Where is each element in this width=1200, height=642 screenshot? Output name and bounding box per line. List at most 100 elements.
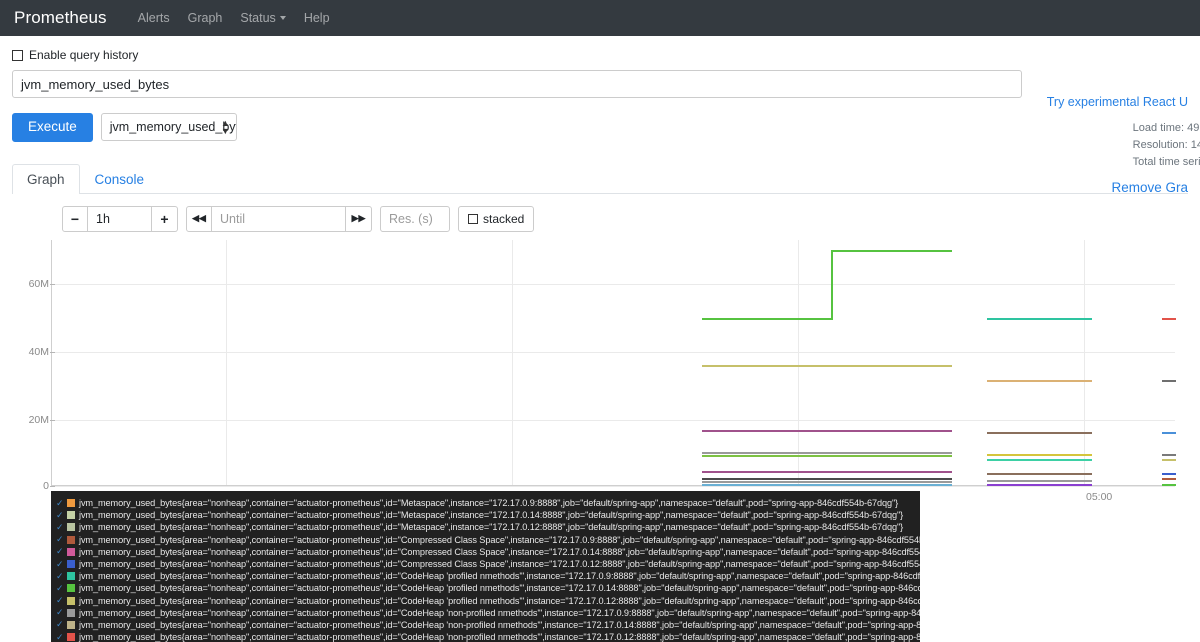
series-line bbox=[831, 249, 952, 252]
legend-color-swatch bbox=[67, 535, 75, 544]
legend-item[interactable]: ✓ jvm_memory_used_bytes{area="nonheap",c… bbox=[51, 607, 920, 619]
legend-label: jvm_memory_used_bytes{area="nonheap",con… bbox=[79, 510, 904, 521]
legend-label: jvm_memory_used_bytes{area="nonheap",con… bbox=[79, 607, 920, 618]
series-line bbox=[987, 431, 1092, 434]
y-tick-20m: 20M bbox=[28, 413, 56, 426]
legend-item[interactable]: ✓ jvm_memory_used_bytes{area="nonheap",c… bbox=[51, 558, 920, 570]
nav-alerts-label: Alerts bbox=[137, 11, 170, 25]
series-line bbox=[702, 480, 952, 483]
range-input[interactable]: 1h bbox=[88, 205, 152, 232]
legend-label: jvm_memory_used_bytes{area="nonheap",con… bbox=[79, 522, 904, 533]
series-line bbox=[1162, 483, 1176, 486]
range-decrease-button[interactable]: − bbox=[62, 205, 88, 232]
series-line bbox=[987, 479, 1092, 482]
chevron-down-icon bbox=[279, 16, 286, 20]
stacked-label: stacked bbox=[483, 211, 525, 226]
series-line bbox=[987, 317, 1092, 320]
legend-color-swatch bbox=[67, 633, 75, 642]
legend-item[interactable]: ✓ jvm_memory_used_bytes{area="nonheap",c… bbox=[51, 595, 920, 607]
series-line bbox=[987, 453, 1092, 456]
gridline-y-0 bbox=[52, 485, 1175, 487]
panel-tabs: Graph Console bbox=[12, 163, 1188, 194]
legend-item[interactable]: ✓ jvm_memory_used_bytes{area="nonheap",c… bbox=[51, 521, 920, 533]
gridline-x-0445 bbox=[798, 239, 799, 485]
check-icon: ✓ bbox=[56, 509, 64, 520]
series-line bbox=[987, 472, 1092, 475]
range-input-group: − 1h + bbox=[62, 205, 178, 232]
legend-label: jvm_memory_used_bytes{area="nonheap",con… bbox=[79, 583, 920, 594]
expression-wrapper bbox=[12, 70, 1022, 101]
legend-color-swatch bbox=[67, 620, 75, 629]
nav-item-help[interactable]: Help bbox=[295, 0, 339, 36]
step-forward-icon[interactable]: ▶▶ bbox=[346, 205, 372, 232]
nav-status-label: Status bbox=[240, 11, 276, 25]
series-line bbox=[702, 470, 952, 473]
legend-label: jvm_memory_used_bytes{area="nonheap",con… bbox=[79, 595, 920, 606]
legend-label: jvm_memory_used_bytes{area="nonheap",con… bbox=[79, 619, 920, 630]
try-react-ui-link[interactable]: Try experimental React U bbox=[1047, 95, 1188, 109]
series-line bbox=[702, 364, 952, 367]
total-series-text: Total time series bbox=[1132, 156, 1200, 168]
series-line bbox=[1162, 379, 1176, 382]
nav-item-alerts[interactable]: Alerts bbox=[129, 0, 179, 36]
check-icon: ✓ bbox=[56, 497, 64, 508]
tab-graph[interactable]: Graph bbox=[12, 163, 80, 194]
y-tick-60m: 60M bbox=[28, 277, 56, 290]
legend-item[interactable]: ✓ jvm_memory_used_bytes{area="nonheap",c… bbox=[51, 546, 920, 558]
check-icon: ✓ bbox=[56, 595, 64, 606]
nav-item-graph[interactable]: Graph bbox=[179, 0, 232, 36]
tab-console[interactable]: Console bbox=[80, 164, 160, 194]
legend-item[interactable]: ✓ jvm_memory_used_bytes{area="nonheap",c… bbox=[51, 509, 920, 521]
gridline-x-0430 bbox=[512, 239, 513, 485]
graph-legend[interactable]: ✓ jvm_memory_used_bytes{area="nonheap",c… bbox=[51, 491, 920, 642]
until-input[interactable]: Until bbox=[212, 205, 346, 232]
check-icon: ✓ bbox=[56, 619, 64, 630]
resolution-input[interactable]: Res. (s) bbox=[380, 205, 450, 232]
query-history-checkbox[interactable] bbox=[12, 49, 23, 61]
nav-item-status[interactable]: Status bbox=[231, 0, 294, 36]
legend-item[interactable]: ✓ jvm_memory_used_bytes{area="nonheap",c… bbox=[51, 619, 920, 631]
range-increase-button[interactable]: + bbox=[152, 205, 178, 232]
brand-logo[interactable]: Prometheus bbox=[14, 8, 107, 28]
gridline-y-40m bbox=[52, 351, 1175, 353]
legend-color-swatch bbox=[67, 608, 75, 617]
legend-item[interactable]: ✓ jvm_memory_used_bytes{area="nonheap",c… bbox=[51, 497, 920, 509]
query-history-label: Enable query history bbox=[29, 48, 139, 62]
series-line bbox=[987, 379, 1092, 382]
page-body: Enable query history Try experimental Re… bbox=[0, 48, 1200, 503]
series-line bbox=[702, 451, 952, 454]
load-time-text: Load time: 49ms bbox=[1132, 122, 1200, 134]
nav-help-label: Help bbox=[303, 11, 330, 25]
series-line bbox=[702, 454, 952, 457]
series-step bbox=[831, 249, 833, 320]
series-line bbox=[702, 477, 952, 480]
tab-console-label: Console bbox=[94, 171, 145, 187]
series-line bbox=[1162, 453, 1176, 456]
legend-label: jvm_memory_used_bytes{area="nonheap",con… bbox=[79, 546, 920, 557]
plot-canvas[interactable]: 0 20M 40M 60M 04:15 04:30 04:45 05:00 bbox=[29, 239, 1176, 503]
legend-item[interactable]: ✓ jvm_memory_used_bytes{area="nonheap",c… bbox=[51, 631, 920, 642]
legend-item[interactable]: ✓ jvm_memory_used_bytes{area="nonheap",c… bbox=[51, 570, 920, 582]
stacked-toggle[interactable]: stacked bbox=[458, 205, 535, 232]
legend-label: jvm_memory_used_bytes{area="nonheap",con… bbox=[79, 632, 920, 642]
series-line bbox=[987, 483, 1092, 486]
step-backward-icon[interactable]: ◀◀ bbox=[186, 205, 212, 232]
series-line bbox=[702, 483, 952, 486]
legend-color-swatch bbox=[67, 596, 75, 605]
metric-select[interactable]: jvm_memory_used_bytes ▲▼ bbox=[100, 113, 237, 142]
series-line bbox=[1162, 317, 1176, 320]
legend-color-swatch bbox=[67, 511, 75, 520]
legend-item[interactable]: ✓ jvm_memory_used_bytes{area="nonheap",c… bbox=[51, 534, 920, 546]
check-icon: ✓ bbox=[56, 582, 64, 593]
legend-label: jvm_memory_used_bytes{area="nonheap",con… bbox=[79, 571, 920, 582]
gridline-y-60m bbox=[52, 283, 1175, 285]
execute-button[interactable]: Execute bbox=[12, 113, 93, 142]
remove-graph-link[interactable]: Remove Gra bbox=[1111, 180, 1188, 195]
check-icon: ✓ bbox=[56, 607, 64, 618]
query-history-row: Enable query history bbox=[12, 48, 1188, 62]
expression-input[interactable] bbox=[12, 70, 1022, 98]
legend-color-swatch bbox=[67, 584, 75, 593]
check-icon: ✓ bbox=[56, 570, 64, 581]
legend-item[interactable]: ✓ jvm_memory_used_bytes{area="nonheap",c… bbox=[51, 582, 920, 594]
tab-graph-label: Graph bbox=[27, 171, 65, 187]
